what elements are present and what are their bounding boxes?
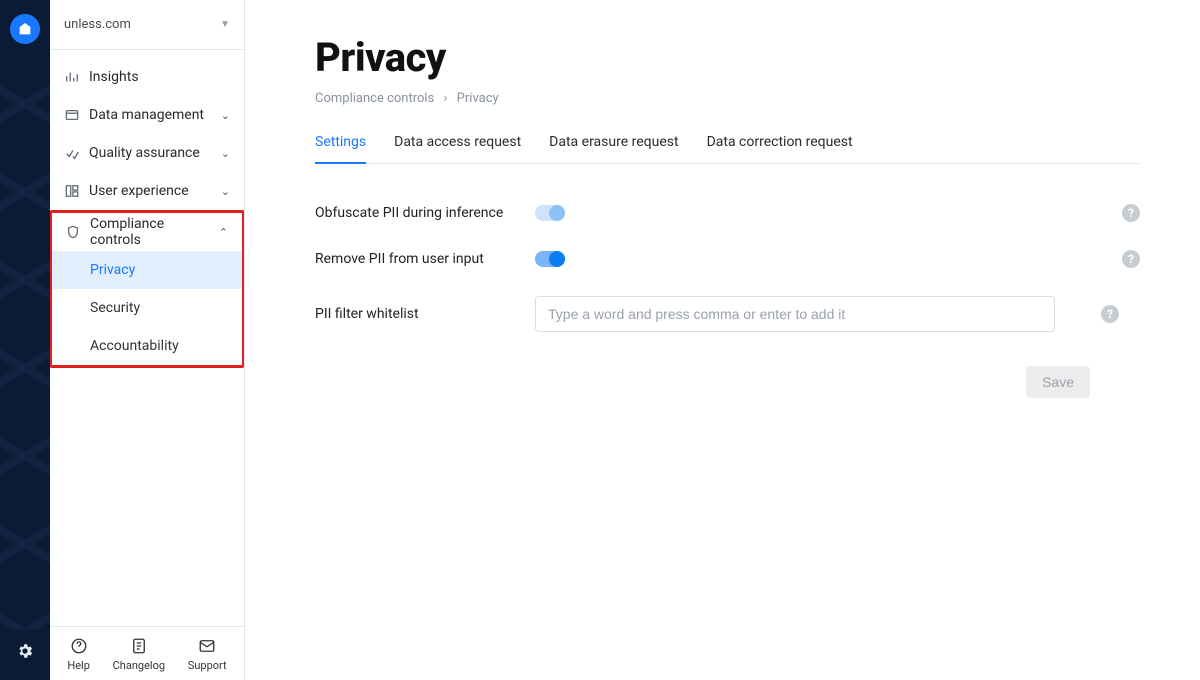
tab-data-access-request[interactable]: Data access request [394,134,521,163]
tab-data-correction-request[interactable]: Data correction request [707,134,853,163]
chevron-down-icon: ⌄ [221,109,230,122]
sidebar-item-label: User experience [89,183,189,199]
breadcrumb: Compliance controls › Privacy [315,91,1140,106]
sidebar-item-quality-assurance[interactable]: Quality assurance ⌄ [50,134,244,172]
sidebar-footer: Help Changelog Support [50,626,244,680]
setting-label: PII filter whitelist [315,306,535,322]
sidebar-item-label: Data management [89,107,204,123]
setting-label: Remove PII from user input [315,251,535,267]
setting-label: Obfuscate PII during inference [315,205,535,221]
changelog-button[interactable]: Changelog [113,637,165,672]
toggle-remove-pii[interactable] [535,251,565,267]
breadcrumb-current: Privacy [457,91,499,106]
setting-remove-pii: Remove PII from user input ? [315,236,1140,282]
sidebar-subitem-accountability[interactable]: Accountability [52,327,242,365]
setting-obfuscate-pii: Obfuscate PII during inference ? [315,190,1140,236]
sidebar-item-data-management[interactable]: Data management ⌄ [50,96,244,134]
tab-settings[interactable]: Settings [315,134,366,164]
support-button[interactable]: Support [188,637,227,672]
tabs: Settings Data access request Data erasur… [315,134,1140,164]
domain-selector[interactable]: unless.com ▼ [50,0,244,50]
brand-logo[interactable] [10,14,40,44]
help-icon[interactable]: ? [1122,250,1140,268]
sidebar-item-compliance-controls[interactable]: Compliance controls ⌃ [52,213,242,251]
chevron-down-icon: ⌄ [221,147,230,160]
changelog-label: Changelog [113,659,165,672]
caret-down-icon: ▼ [220,19,230,30]
page-title: Privacy [315,34,1140,81]
folder-icon [64,108,79,123]
help-label: Help [67,659,90,672]
breadcrumb-parent[interactable]: Compliance controls [315,91,434,106]
settings-icon[interactable] [16,642,34,664]
sidebar: unless.com ▼ Insights Data management ⌄ [50,0,245,680]
sidebar-subitem-security[interactable]: Security [52,289,242,327]
sidebar-item-insights[interactable]: Insights [50,58,244,96]
sidebar-subitem-privacy[interactable]: Privacy [52,251,242,289]
check-icon [64,146,79,161]
pii-whitelist-input[interactable] [535,296,1055,332]
rail-pattern [0,60,50,630]
help-icon[interactable]: ? [1122,204,1140,222]
left-rail [0,0,50,680]
chevron-down-icon: ⌄ [221,185,230,198]
chevron-up-icon: ⌃ [219,226,228,239]
settings-rows: Obfuscate PII during inference ? Remove … [315,190,1140,346]
chart-icon [64,70,79,85]
sidebar-item-label: Quality assurance [89,145,200,161]
tab-data-erasure-request[interactable]: Data erasure request [549,134,678,163]
shield-icon [66,225,80,240]
sidebar-item-label: Compliance controls [90,216,209,248]
sidebar-subitem-label: Accountability [90,338,179,354]
help-icon[interactable]: ? [1101,305,1119,323]
layout-icon [64,184,79,199]
sidebar-nav: Insights Data management ⌄ Quality assur… [50,50,244,626]
breadcrumb-separator: › [444,91,448,106]
setting-pii-whitelist: PII filter whitelist ? [315,282,1140,346]
domain-label: unless.com [64,17,131,32]
sidebar-subitem-label: Security [90,300,140,316]
highlight-box: Compliance controls ⌃ Privacy Security A… [50,210,244,368]
help-button[interactable]: Help [67,637,90,672]
sidebar-item-user-experience[interactable]: User experience ⌄ [50,172,244,210]
sidebar-item-label: Insights [89,69,139,85]
toggle-obfuscate-pii[interactable] [535,205,565,221]
main-content: Privacy Compliance controls › Privacy Se… [245,0,1200,680]
support-label: Support [188,659,227,672]
save-button[interactable]: Save [1026,366,1090,398]
sidebar-subitem-label: Privacy [90,262,135,278]
